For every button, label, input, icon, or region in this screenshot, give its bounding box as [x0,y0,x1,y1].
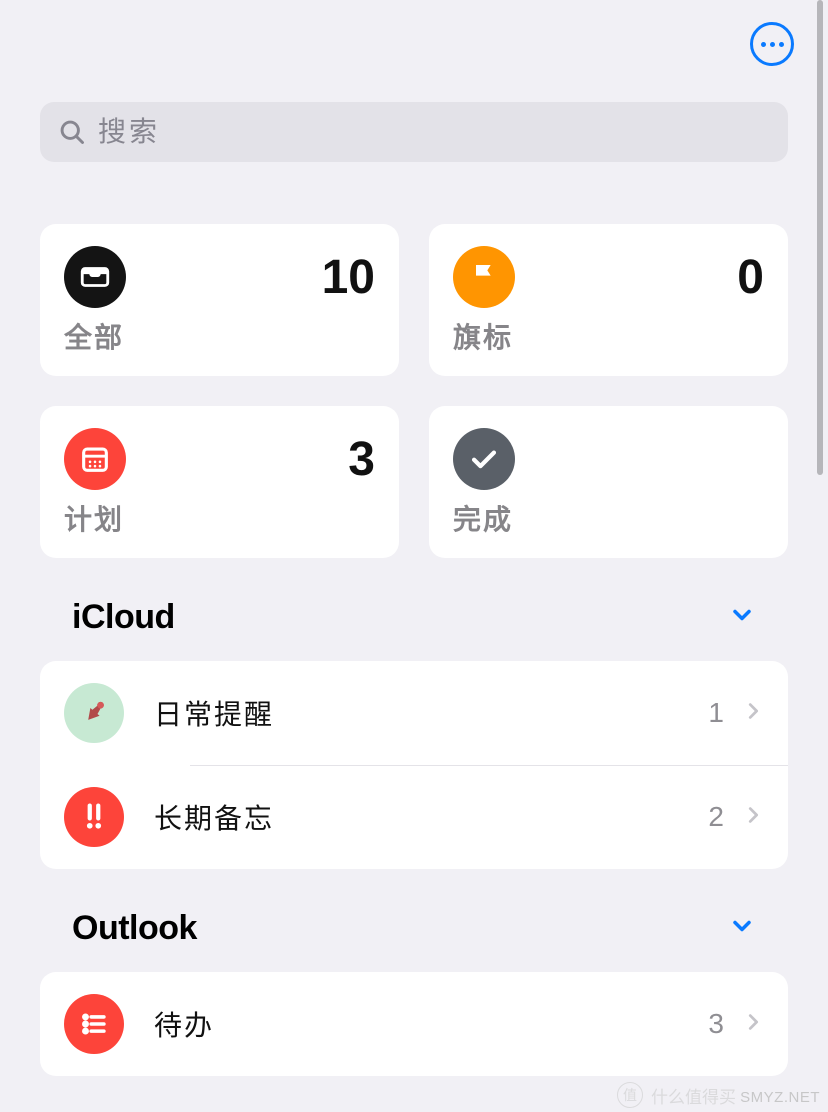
search-icon [58,118,86,146]
section-header-icloud[interactable]: iCloud [40,598,788,637]
card-done-label: 完成 [453,498,764,538]
card-all-label: 全部 [64,316,375,356]
card-scheduled[interactable]: 3 计划 [40,406,399,558]
list-outlook: 待办 3 [40,972,788,1076]
watermark: SMYZ.NET [740,1089,820,1106]
alert-icon [64,787,124,847]
card-flagged-count: 0 [737,250,764,305]
list-item-label: 待办 [154,1004,708,1044]
list-item-longterm-notes[interactable]: 长期备忘 2 [40,765,788,869]
summary-cards: 10 全部 0 旗标 3 计划 [40,224,788,558]
card-flagged-label: 旗标 [453,316,764,356]
chevron-right-icon [742,697,764,730]
card-flagged[interactable]: 0 旗标 [429,224,788,376]
card-scheduled-count: 3 [348,432,375,487]
search-bar[interactable] [40,102,788,162]
content-area: 10 全部 0 旗标 3 计划 [0,102,828,1076]
list-item-label: 日常提醒 [154,693,708,733]
card-scheduled-label: 计划 [64,498,375,538]
list-item-daily-reminders[interactable]: 日常提醒 1 [40,661,788,765]
list-icon [64,994,124,1054]
list-item-count: 3 [708,1008,724,1040]
card-done[interactable]: 完成 [429,406,788,558]
list-icloud: 日常提醒 1 长期备忘 2 [40,661,788,869]
list-item-count: 2 [708,801,724,833]
chevron-right-icon [742,801,764,834]
header-bar [0,0,828,88]
chevron-down-icon[interactable] [728,912,756,945]
chevron-right-icon [742,1008,764,1041]
list-item-todo[interactable]: 待办 3 [40,972,788,1076]
list-item-count: 1 [708,697,724,729]
more-button[interactable] [750,22,794,66]
more-icon [761,42,784,47]
calendar-icon [64,428,126,490]
card-all-count: 10 [322,250,375,305]
checkmark-icon [453,428,515,490]
chevron-down-icon[interactable] [728,601,756,634]
flag-icon [453,246,515,308]
list-item-label: 长期备忘 [154,797,708,837]
pin-icon [64,683,124,743]
card-all[interactable]: 10 全部 [40,224,399,376]
section-title-outlook: Outlook [72,909,197,948]
section-header-outlook[interactable]: Outlook [40,909,788,948]
section-title-icloud: iCloud [72,598,175,637]
search-input[interactable] [98,116,770,148]
inbox-icon [64,246,126,308]
watermark-zh: 值什么值得买 [617,1082,736,1108]
scroll-indicator[interactable] [817,0,823,475]
